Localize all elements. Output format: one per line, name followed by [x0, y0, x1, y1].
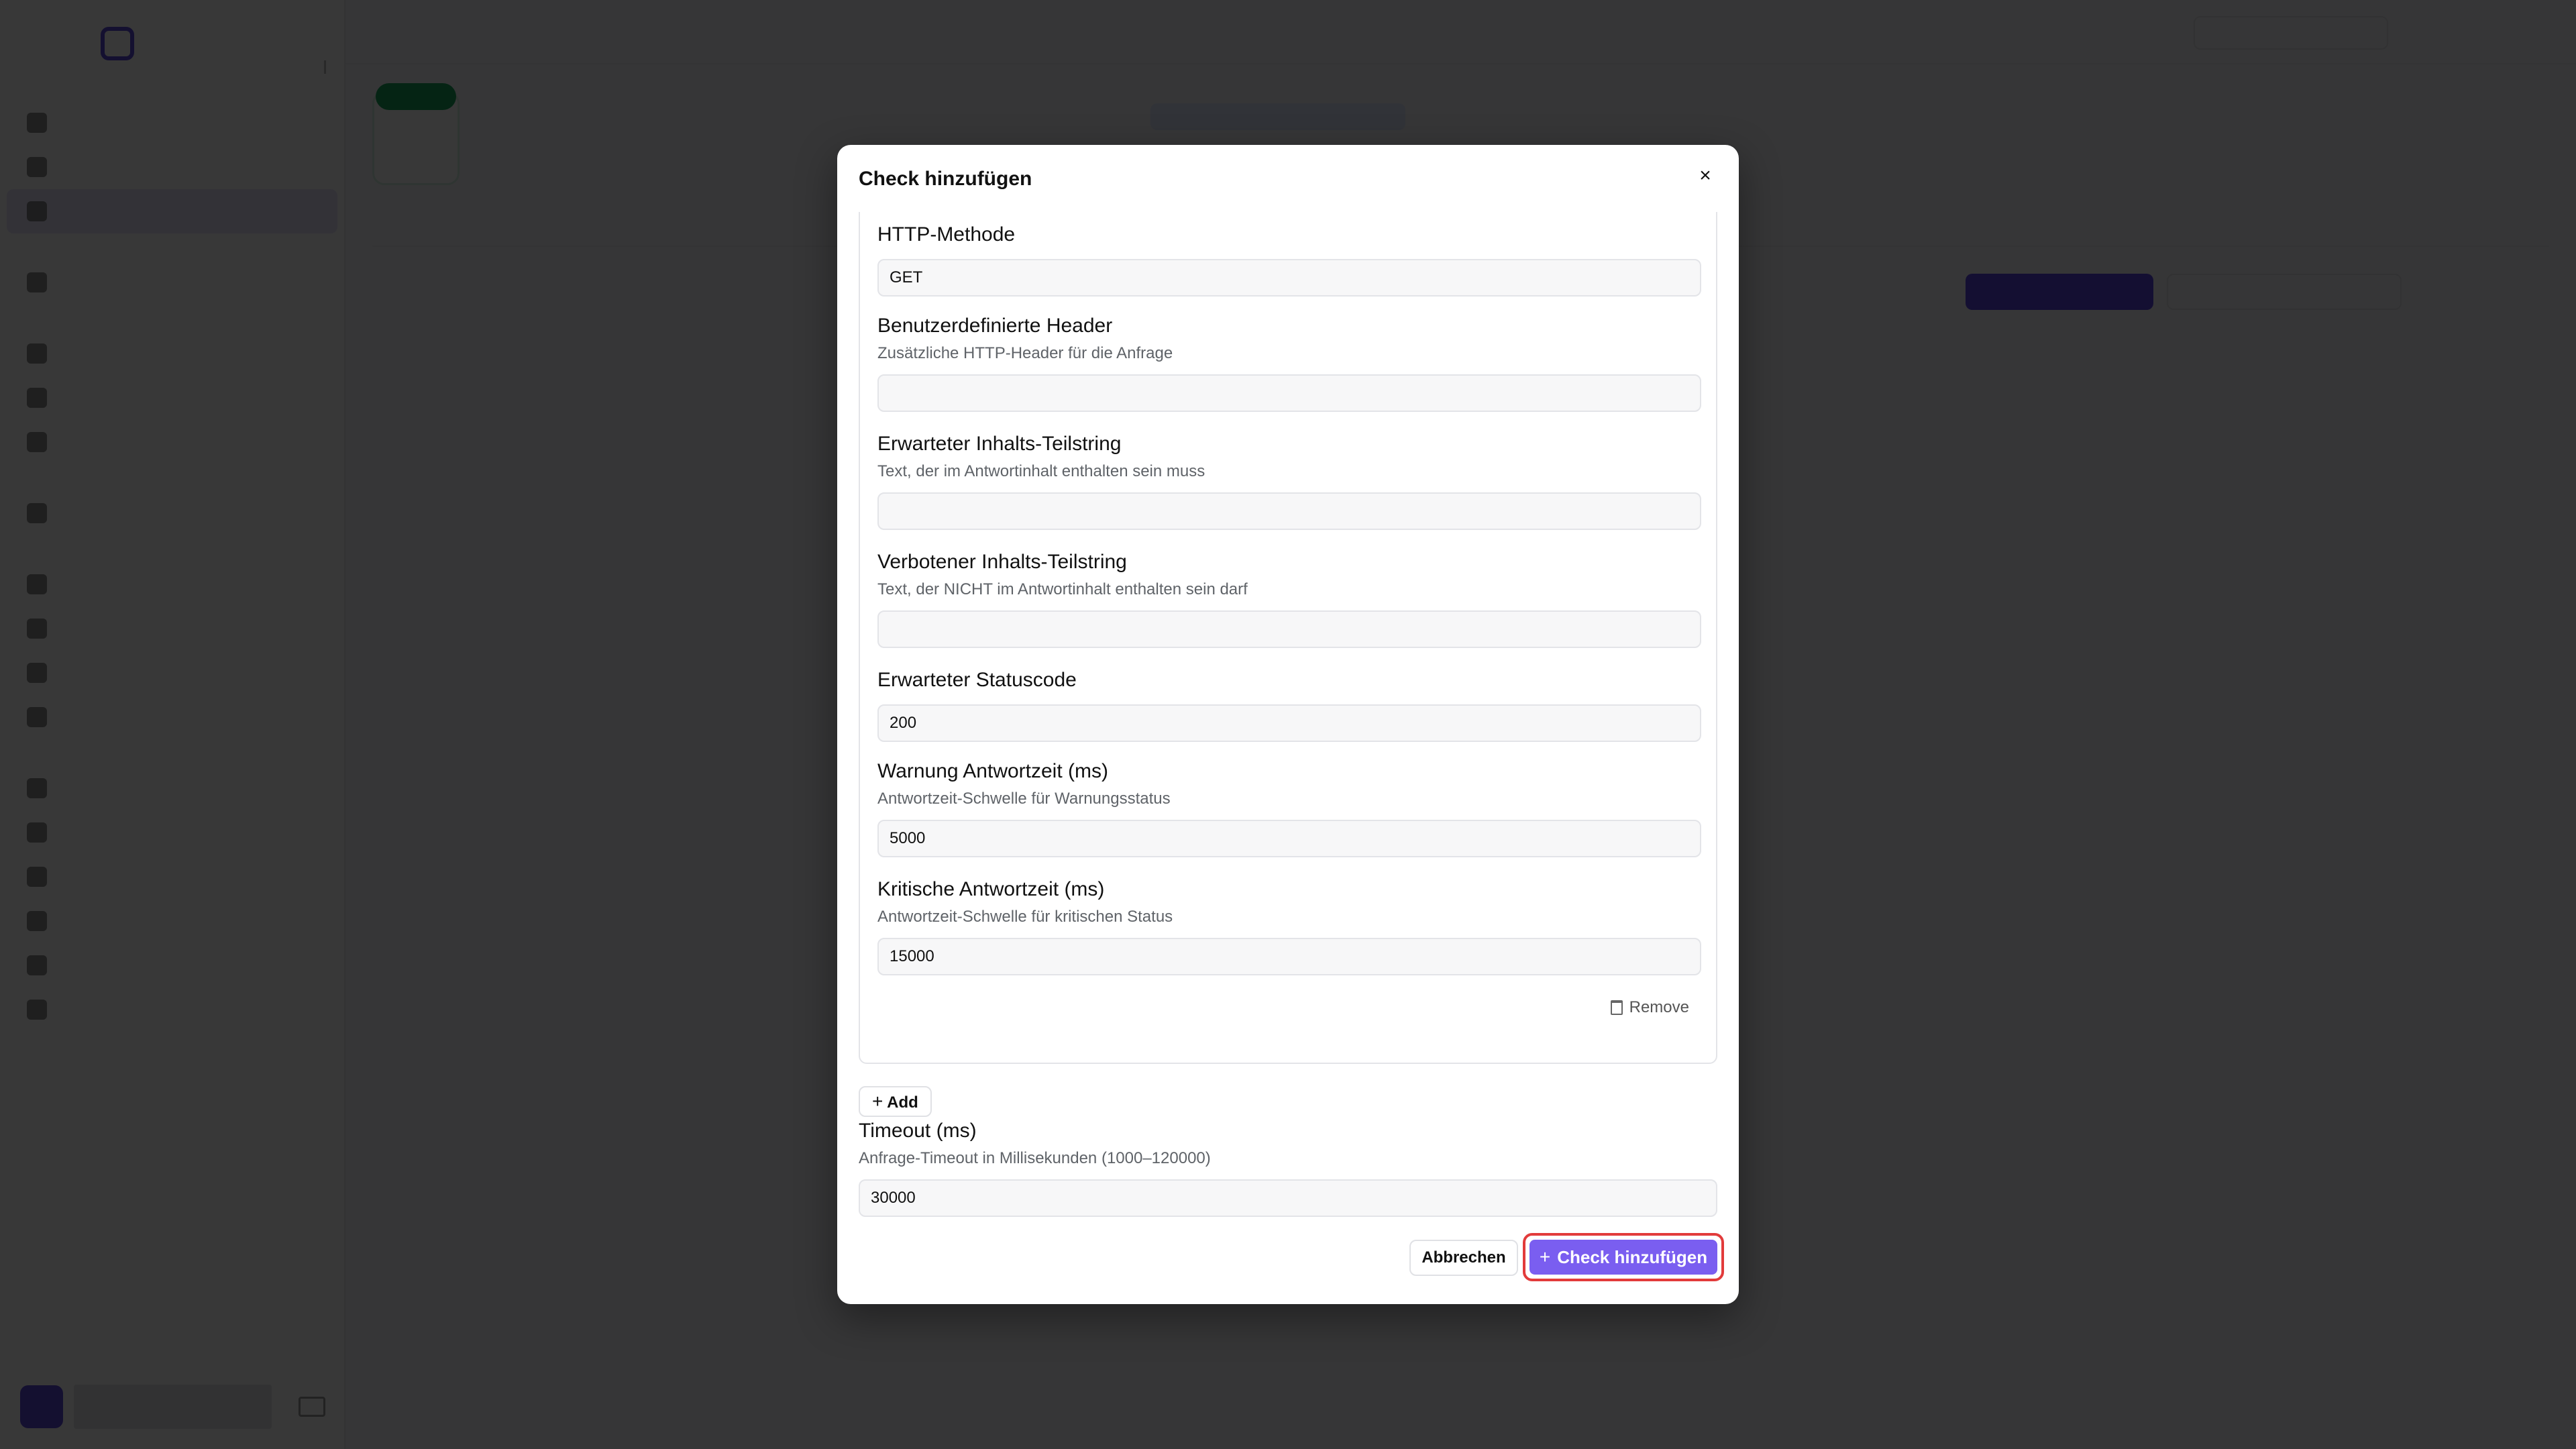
add-check-submit-button[interactable]: + Check hinzufügen: [1529, 1240, 1717, 1275]
add-check-dialog: Check hinzufügen × HTTP-Methode GET Benu…: [837, 145, 1739, 1304]
field-description: Text, der im Antwortinhalt enthalten sei…: [877, 462, 1205, 480]
field-critical-response-time: Kritische Antwortzeit (ms) Antwortzeit-S…: [877, 876, 1701, 975]
field-expected-status: Erwarteter Statuscode 200: [877, 667, 1701, 742]
field-description: Anfrage-Timeout in Millisekunden (1000–1…: [859, 1149, 1211, 1167]
field-description: Antwortzeit-Schwelle für Warnungsstatus: [877, 790, 1171, 808]
expected-status-input[interactable]: 200: [877, 704, 1701, 742]
plus-icon: +: [872, 1091, 883, 1112]
submit-highlight: + Check hinzufügen: [1523, 1233, 1724, 1281]
field-forbidden-substring: Verbotener Inhalts-Teilstring Text, der …: [877, 549, 1701, 648]
custom-headers-input[interactable]: [877, 374, 1701, 412]
add-label: Add: [887, 1093, 918, 1112]
timeout-input[interactable]: 30000: [859, 1179, 1717, 1217]
http-method-input[interactable]: GET: [877, 259, 1701, 297]
expected-substring-input[interactable]: [877, 492, 1701, 530]
field-label: Erwarteter Statuscode: [877, 669, 1077, 691]
warning-response-time-input[interactable]: 5000: [877, 820, 1701, 857]
field-label: Timeout (ms): [859, 1120, 977, 1142]
dialog-body: HTTP-Methode GET Benutzerdefinierte Head…: [859, 212, 1717, 1205]
field-expected-substring: Erwarteter Inhalts-Teilstring Text, der …: [877, 431, 1701, 530]
field-label: Benutzerdefinierte Header: [877, 315, 1113, 337]
field-timeout: Timeout (ms) Anfrage-Timeout in Millisek…: [859, 1118, 1717, 1217]
trash-icon: [1610, 1000, 1623, 1015]
add-button[interactable]: + Add: [859, 1086, 932, 1117]
close-icon[interactable]: ×: [1692, 162, 1719, 189]
forbidden-substring-input[interactable]: [877, 610, 1701, 648]
field-label: Verbotener Inhalts-Teilstring: [877, 551, 1127, 573]
field-http-method: HTTP-Methode GET: [877, 221, 1701, 297]
field-label: Kritische Antwortzeit (ms): [877, 878, 1105, 900]
field-description: Antwortzeit-Schwelle für kritischen Stat…: [877, 908, 1173, 926]
remove-label: Remove: [1629, 998, 1689, 1016]
field-description: Text, der NICHT im Antwortinhalt enthalt…: [877, 580, 1248, 598]
check-config-card: HTTP-Methode GET Benutzerdefinierte Head…: [859, 212, 1717, 1064]
dialog-title: Check hinzufügen: [859, 168, 1032, 190]
critical-response-time-input[interactable]: 15000: [877, 938, 1701, 975]
field-label: HTTP-Methode: [877, 223, 1016, 246]
remove-button[interactable]: Remove: [1610, 998, 1689, 1017]
plus-icon: +: [1539, 1246, 1551, 1267]
cancel-button[interactable]: Abbrechen: [1409, 1240, 1518, 1276]
field-label: Erwarteter Inhalts-Teilstring: [877, 433, 1122, 455]
submit-label: Check hinzufügen: [1557, 1246, 1708, 1267]
field-description: Zusätzliche HTTP-Header für die Anfrage: [877, 344, 1173, 362]
field-label: Warnung Antwortzeit (ms): [877, 760, 1108, 782]
field-custom-headers: Benutzerdefinierte Header Zusätzliche HT…: [877, 313, 1701, 412]
field-warning-response-time: Warnung Antwortzeit (ms) Antwortzeit-Sch…: [877, 758, 1701, 857]
